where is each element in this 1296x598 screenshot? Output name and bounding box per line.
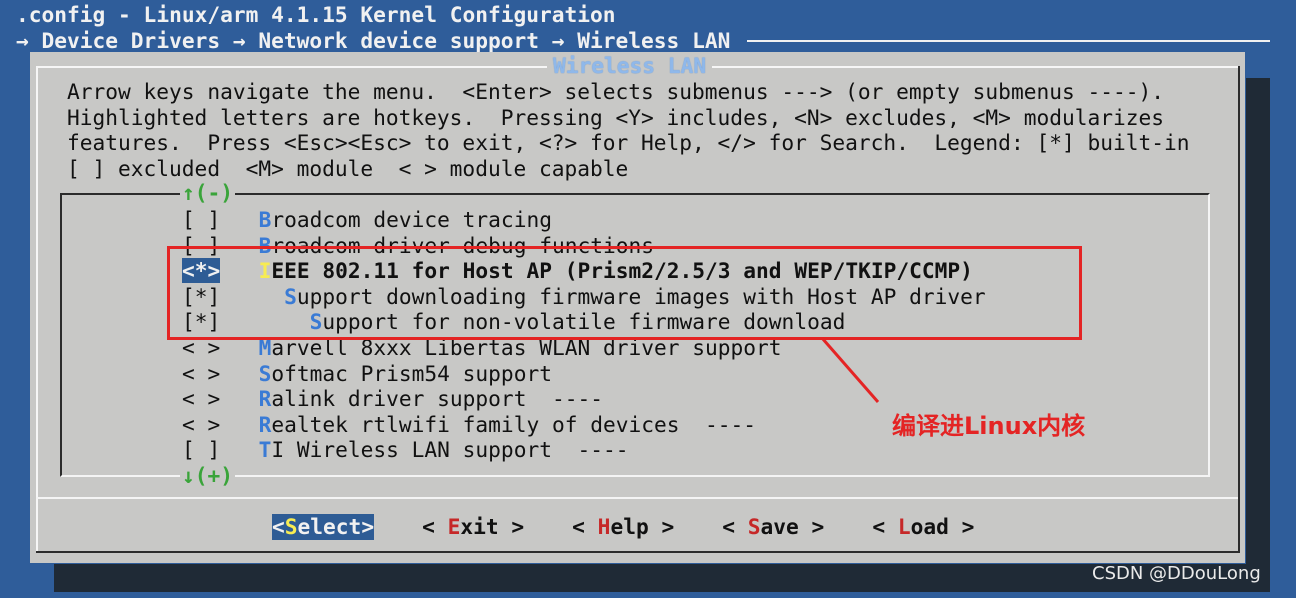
watermark: CSDN @DDouLong — [1092, 563, 1261, 584]
annotation-label: 编译进Linux内核 — [892, 412, 1086, 440]
annotation-arrow — [820, 337, 880, 403]
